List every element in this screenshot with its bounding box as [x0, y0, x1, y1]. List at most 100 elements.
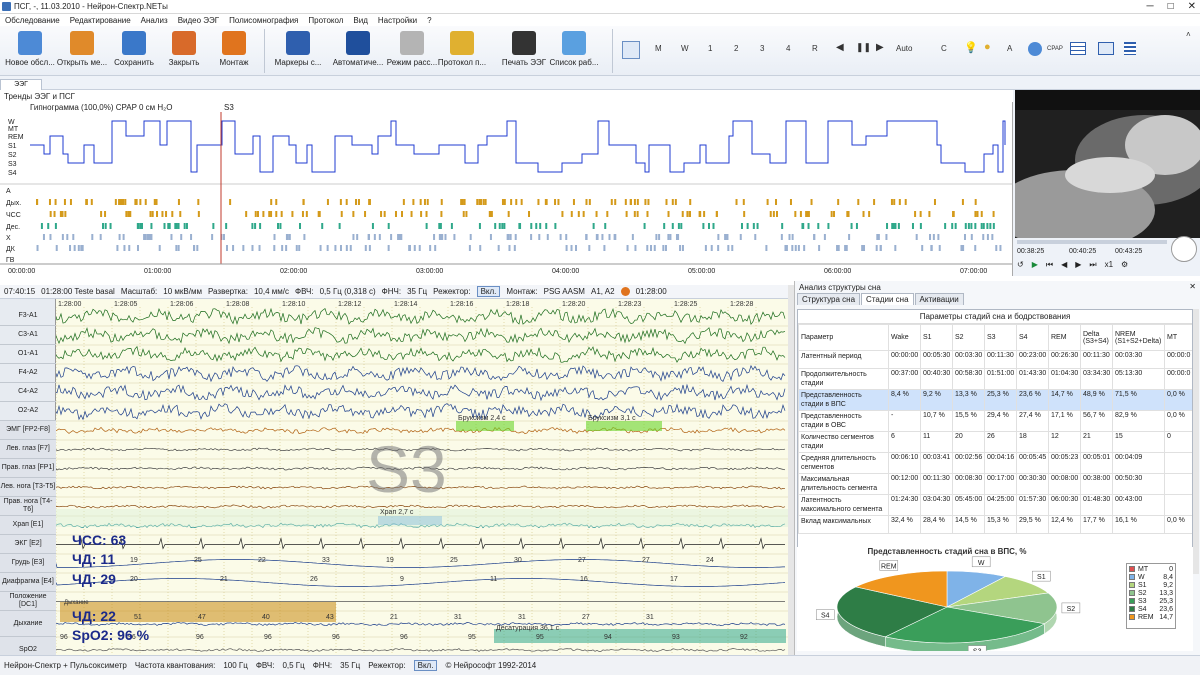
- mode-a-button[interactable]: A: [1007, 44, 1012, 53]
- minimize-button[interactable]: ─: [1146, 0, 1153, 14]
- menu-exam[interactable]: Обследование: [0, 16, 65, 25]
- prev-arrow-icon[interactable]: ◀: [836, 42, 844, 53]
- mode-c-button[interactable]: C: [941, 44, 947, 53]
- video-progress[interactable]: [1017, 240, 1167, 244]
- toolbar-button-review-mode[interactable]: Режим расс...: [386, 28, 438, 74]
- channel-label[interactable]: SpO2: [0, 637, 56, 655]
- toolbar-button-markers[interactable]: Маркеры с...: [272, 28, 324, 74]
- table-scrollbar[interactable]: [1193, 309, 1199, 574]
- pause-icon[interactable]: ❚❚: [856, 42, 871, 53]
- tab-arousals[interactable]: Активации: [914, 293, 964, 305]
- hf-select[interactable]: 0,5 Гц (0,318 с): [320, 287, 376, 296]
- channel-label[interactable]: Прав. глаз [FP1]: [0, 459, 56, 478]
- channel-label[interactable]: F4-A2: [0, 364, 56, 383]
- user-icon[interactable]: [1028, 42, 1042, 56]
- column-header[interactable]: S1: [920, 324, 953, 351]
- menu-analysis[interactable]: Анализ: [136, 16, 173, 25]
- column-header[interactable]: S3: [984, 324, 1017, 351]
- menu-protocol[interactable]: Протокол: [303, 16, 348, 25]
- ptz-control[interactable]: [1171, 236, 1197, 262]
- column-header[interactable]: S4: [1016, 324, 1049, 351]
- tab-sleep-structure[interactable]: Структура сна: [797, 293, 861, 305]
- mode-r-button[interactable]: R: [812, 44, 818, 53]
- channel-label[interactable]: C3-A1: [0, 326, 56, 345]
- analysis-close-icon[interactable]: ✕: [1189, 282, 1196, 291]
- toolbar-button-print[interactable]: Печать ЭЭГ: [498, 28, 550, 74]
- table-row[interactable]: Представленность стадии в ОВС -10,7 % 15,5…: [798, 410, 1192, 432]
- table-row[interactable]: Представленность стадии в ВПС 8,4 % 9,2 % 1…: [798, 389, 1192, 411]
- table-row[interactable]: Латентность максимального сегмента 01:24:…: [798, 494, 1192, 516]
- mode-2-button[interactable]: 2: [734, 44, 738, 53]
- trends-chart[interactable]: WMTREM S1 S2 S3 S4 А Дых. ЧСС Дес. Х ДК ГВ 00:00:00 0…: [0, 102, 1012, 276]
- status-notch-value[interactable]: Вкл.: [413, 660, 438, 671]
- channel-label[interactable]: O1-A1: [0, 345, 56, 364]
- toolbar-button-open[interactable]: Открыть ме...: [56, 28, 108, 74]
- menu-edit[interactable]: Редактирование: [65, 16, 136, 25]
- trend-icon[interactable]: [1098, 42, 1114, 55]
- step-back-icon[interactable]: ⏮: [1046, 260, 1053, 270]
- event-bruxism-1[interactable]: Бруксизм 2,4 с: [458, 415, 506, 422]
- channel-label[interactable]: ЭКГ [E2]: [0, 535, 56, 554]
- menu-psg[interactable]: Полисомнография: [224, 16, 303, 25]
- menu-help[interactable]: ?: [422, 16, 436, 25]
- auto-scale-button[interactable]: Auto: [896, 44, 912, 53]
- montage-select[interactable]: PSG AASM: [544, 287, 585, 296]
- table-row[interactable]: Вклад максимальных 32,4 % 28,4 % 14,5 % 15,3…: [798, 515, 1192, 534]
- channel-label[interactable]: O2-A2: [0, 402, 56, 421]
- menu-video-eeg[interactable]: Видео ЭЭГ: [173, 16, 224, 25]
- column-header[interactable]: MT: [1164, 324, 1192, 351]
- mode-w-button[interactable]: W: [681, 44, 689, 53]
- cpap-button[interactable]: CPAP: [1047, 46, 1063, 52]
- mode-4-button[interactable]: 4: [786, 44, 790, 53]
- mode-3-button[interactable]: 3: [760, 44, 764, 53]
- channel-label[interactable]: Прав. нога [T4-T6]: [0, 497, 56, 516]
- lamp-off-icon[interactable]: 💡: [964, 41, 978, 54]
- column-header[interactable]: Параметр: [798, 324, 889, 351]
- event-bruxism-2[interactable]: Бруксизм 3,1 с: [588, 415, 636, 422]
- column-header[interactable]: Wake: [888, 324, 921, 351]
- channel-label[interactable]: Дыхание: [0, 611, 56, 637]
- table-row[interactable]: Латентный период 00:00:00 00:05:30 00:03:30…: [798, 350, 1192, 369]
- table-icon[interactable]: [1070, 42, 1086, 55]
- toolbar-button-protocol[interactable]: Протокол п...: [436, 28, 488, 74]
- channel-label[interactable]: Грудь [E3]: [0, 554, 56, 573]
- layout-toggle-button[interactable]: [622, 41, 640, 59]
- table-row[interactable]: Количество сегментов стадии 6 11 20 26 18 12 21…: [798, 431, 1192, 453]
- toolbar-button-worklist[interactable]: Список раб...: [548, 28, 600, 74]
- menu-view[interactable]: Вид: [348, 16, 372, 25]
- event-desaturation[interactable]: Десатурация 36,1 с: [496, 625, 559, 632]
- channel-label[interactable]: Лев. нога [T3-T5]: [0, 478, 56, 497]
- channel-label[interactable]: Диафрагма [E4]: [0, 573, 56, 592]
- list-icon[interactable]: [1124, 42, 1136, 55]
- column-header[interactable]: NREM (S1+S2+Delta): [1112, 324, 1165, 351]
- channel-label[interactable]: Храп [E1]: [0, 516, 56, 535]
- tab-eeg[interactable]: ЭЭГ: [0, 79, 42, 90]
- scale-select[interactable]: 10 мкВ/мм: [163, 287, 202, 296]
- rewind-icon[interactable]: ◀: [1061, 260, 1067, 270]
- play-icon[interactable]: ▶: [1032, 260, 1038, 270]
- channel-label[interactable]: Лев. глаз [F7]: [0, 440, 56, 459]
- video-back-icon[interactable]: ↺: [1017, 260, 1024, 270]
- table-row[interactable]: Максимальная длительность сегмента 00:12:…: [798, 473, 1192, 495]
- mode-1-button[interactable]: 1: [708, 44, 712, 53]
- step-forward-icon[interactable]: ⏭: [1089, 260, 1096, 270]
- patient-video[interactable]: [1015, 90, 1200, 238]
- lf-select[interactable]: 35 Гц: [407, 287, 427, 296]
- column-header[interactable]: S2: [952, 324, 985, 351]
- toolbar-button-montage[interactable]: Монтаж: [208, 28, 260, 74]
- video-speed[interactable]: x1: [1105, 260, 1113, 270]
- table-row[interactable]: Средняя длительность сегментов 00:06:10 00…: [798, 452, 1192, 474]
- video-settings-icon[interactable]: ⚙: [1121, 260, 1128, 270]
- toolbar-button-save[interactable]: Сохранить: [108, 28, 160, 74]
- toolbar-button-new-exam[interactable]: Новое обсл...: [4, 28, 56, 74]
- forward-icon[interactable]: ▶: [1075, 260, 1081, 270]
- column-header[interactable]: REM: [1048, 324, 1081, 351]
- close-window-button[interactable]: ✕: [1188, 0, 1196, 14]
- sweep-select[interactable]: 10,4 мм/с: [254, 287, 289, 296]
- channel-label[interactable]: C4-A2: [0, 383, 56, 402]
- tab-sleep-stages[interactable]: Стадии сна: [861, 293, 914, 305]
- maximize-button[interactable]: □: [1168, 0, 1174, 14]
- notch-toggle[interactable]: Вкл.: [476, 286, 501, 297]
- ribbon-collapse-icon[interactable]: ˄: [1186, 30, 1191, 39]
- lamp-on-icon[interactable]: ●: [984, 41, 991, 53]
